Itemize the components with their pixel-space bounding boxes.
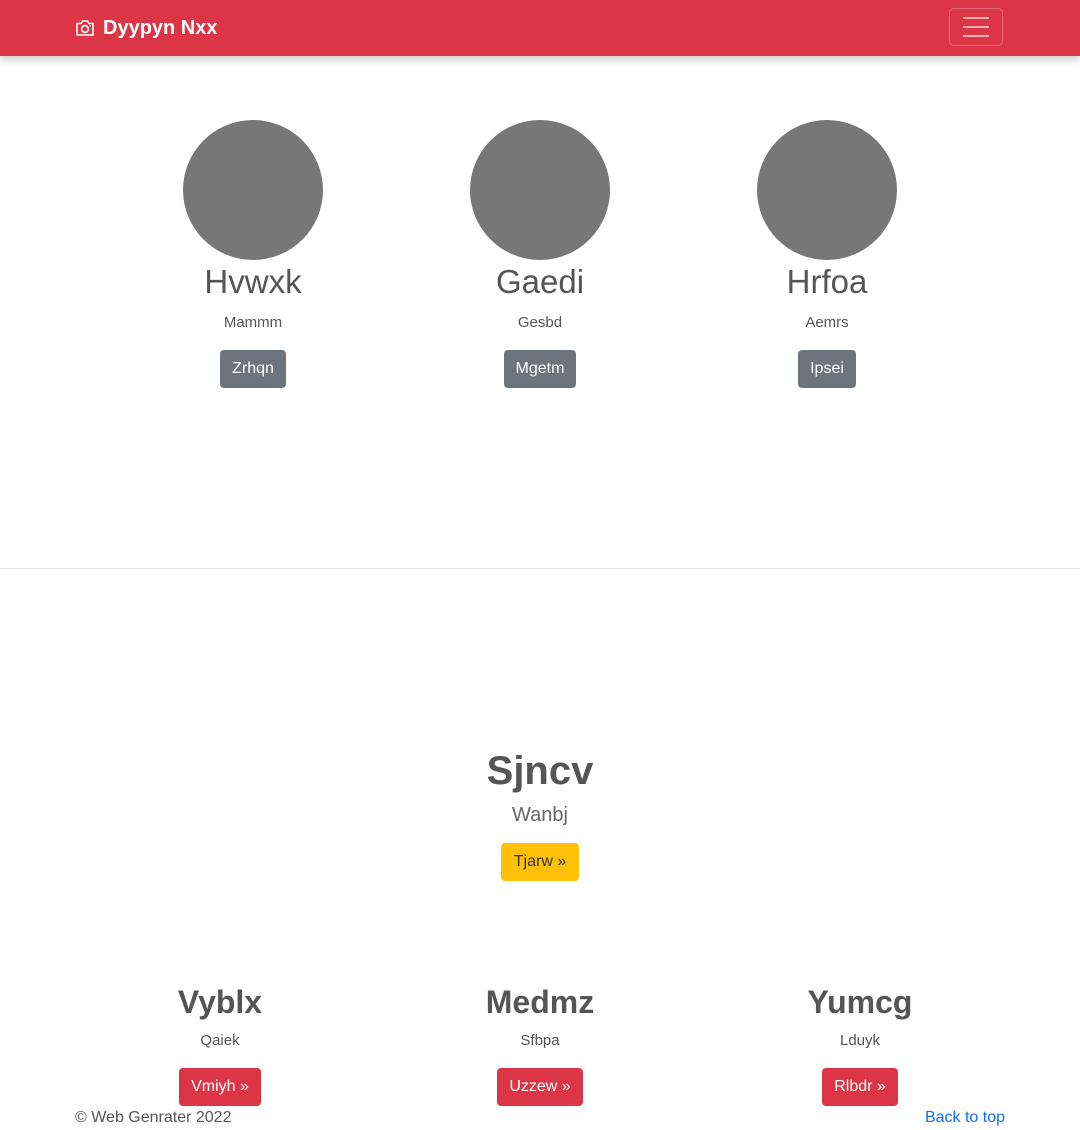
team-member-role: Mammm <box>223 314 283 331</box>
team-card: Hrfoa Aemrs Ipsei <box>707 120 947 388</box>
team-member-name: Gaedi <box>495 263 585 300</box>
team-member-button[interactable]: Mgetm <box>503 350 577 388</box>
navbar: Dyypyn Nxx <box>0 0 1080 56</box>
team-card: Hvwxk Mammm Zrhqn <box>133 120 373 388</box>
back-to-top-link[interactable]: Back to top <box>925 1108 1005 1128</box>
feature-button[interactable]: Rlbdr » <box>822 1068 898 1106</box>
feature-subtitle: Sfbpa <box>520 1032 560 1049</box>
navbar-toggler-button[interactable] <box>949 8 1003 46</box>
footer-copyright: © Web Genrater 2022 <box>75 1109 232 1126</box>
section-divider <box>0 568 1080 569</box>
feature-column: Vyblx Qaiek Vmiyh » <box>40 982 400 1106</box>
hamburger-menu-icon <box>963 35 989 37</box>
feature-title: Medmz <box>485 984 595 1020</box>
team-member-name: Hrfoa <box>786 263 868 300</box>
avatar <box>183 120 323 260</box>
team-member-role: Aemrs <box>805 314 849 331</box>
hero-title: Sjncv <box>486 749 594 793</box>
hero-button[interactable]: Tjarw » <box>500 843 580 881</box>
hamburger-menu-icon <box>963 17 989 19</box>
feature-column: Yumcg Lduyk Rlbdr » <box>680 982 1040 1106</box>
feature-button[interactable]: Uzzew » <box>497 1068 583 1106</box>
team-card: Gaedi Gesbd Mgetm <box>420 120 660 388</box>
feature-column: Medmz Sfbpa Uzzew » <box>360 982 720 1106</box>
brand-link[interactable]: Dyypyn Nxx <box>75 16 218 40</box>
avatar <box>470 120 610 260</box>
hero-subtitle: Wanbj <box>512 804 568 826</box>
brand-text: Dyypyn Nxx <box>103 16 218 39</box>
feature-subtitle: Lduyk <box>839 1032 881 1049</box>
camera-icon <box>75 19 95 37</box>
hamburger-menu-icon <box>963 26 989 28</box>
avatar <box>757 120 897 260</box>
team-member-name: Hvwxk <box>204 263 302 300</box>
feature-title: Vyblx <box>177 984 263 1020</box>
team-member-role: Gesbd <box>517 314 563 331</box>
team-member-button[interactable]: Zrhqn <box>220 350 286 388</box>
feature-title: Yumcg <box>807 984 913 1020</box>
team-member-button[interactable]: Ipsei <box>798 350 856 388</box>
hero-section: Sjncv Wanbj Tjarw » <box>0 745 1080 881</box>
feature-button[interactable]: Vmiyh » <box>179 1068 261 1106</box>
feature-subtitle: Qaiek <box>200 1032 240 1049</box>
